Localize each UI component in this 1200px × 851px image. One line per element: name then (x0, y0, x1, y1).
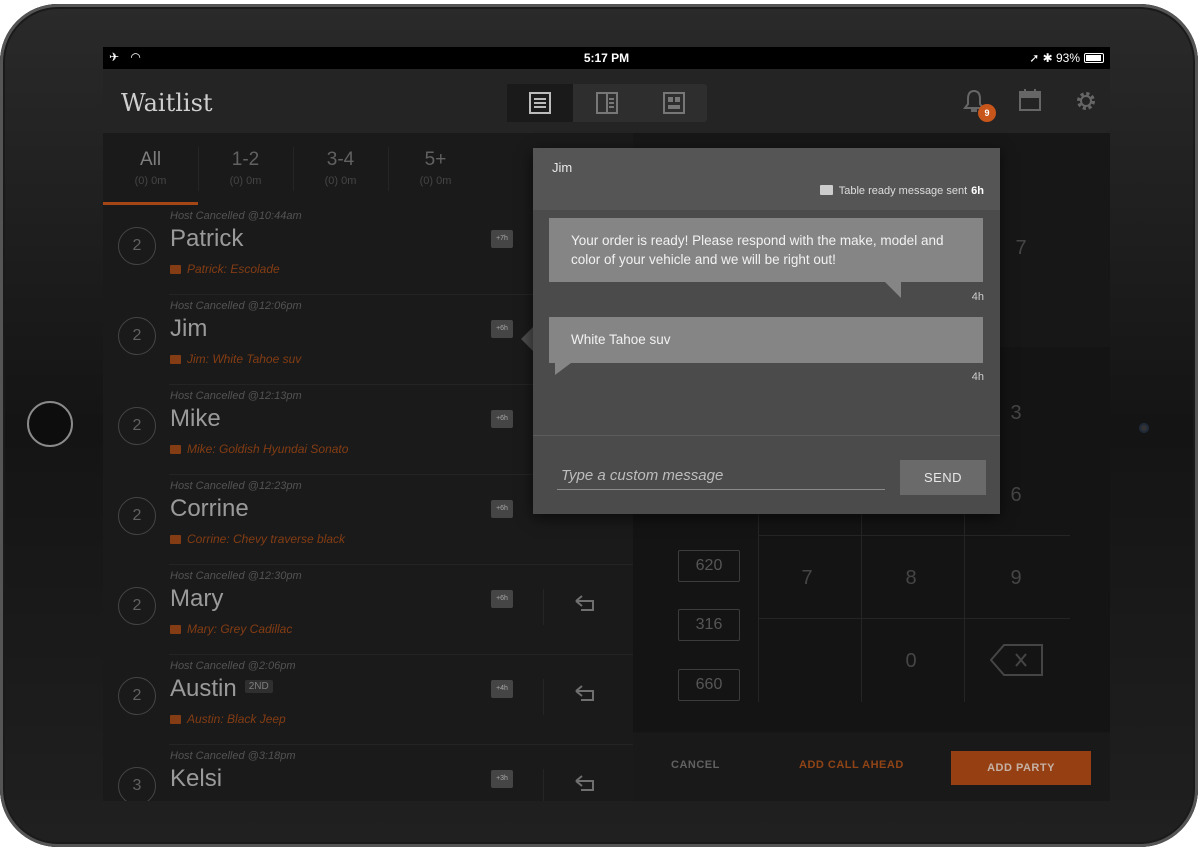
message-time: 4h (971, 291, 984, 303)
bubble-tail (555, 363, 571, 375)
floor-plan-view-button[interactable] (641, 84, 707, 122)
home-button[interactable] (27, 401, 73, 447)
custom-message-input[interactable] (557, 461, 885, 490)
split-view-button[interactable] (574, 84, 640, 122)
battery-label: ➚ ✱ 93% (1029, 51, 1080, 65)
popup-header: Jim Table ready message sent 6h (533, 148, 1000, 210)
camera (1139, 423, 1149, 433)
incoming-message: White Tahoe suv (549, 317, 983, 363)
notification-badge: 9 (978, 104, 996, 122)
calendar-icon[interactable] (1019, 89, 1041, 111)
compose-bar: SEND (533, 435, 1000, 515)
outgoing-message: Your order is ready! Please respond with… (549, 218, 983, 282)
status-time: 5:17 PM (583, 51, 630, 65)
app-header: Waitlist 9 (103, 69, 1110, 133)
screen: ✈ ◠ 5:17 PM ➚ ✱ 93% Waitlist 9 All (0) 0… (103, 47, 1110, 801)
split-list-icon (596, 92, 618, 114)
gear-icon[interactable] (1074, 89, 1098, 113)
status-bar: ✈ ◠ 5:17 PM ➚ ✱ 93% (103, 47, 1110, 69)
guest-name: Jim (552, 160, 573, 175)
battery-icon (1084, 53, 1104, 63)
message-time: 4h (971, 371, 984, 383)
table-ready-status: Table ready message sent 6h (819, 185, 984, 197)
bubble-tail (885, 282, 901, 298)
floor-plan-icon (663, 92, 685, 114)
list-view-button[interactable] (507, 84, 573, 122)
send-button[interactable]: SEND (900, 460, 986, 495)
message-popup: Jim Table ready message sent 6h Your orde… (533, 148, 1000, 514)
view-switcher (507, 84, 707, 122)
page-title: Waitlist (121, 89, 213, 117)
tablet-frame: ✈ ◠ 5:17 PM ➚ ✱ 93% Waitlist 9 All (0) 0… (0, 4, 1198, 847)
list-icon (529, 92, 551, 114)
message-icon (819, 185, 833, 195)
popup-pointer (521, 327, 533, 351)
